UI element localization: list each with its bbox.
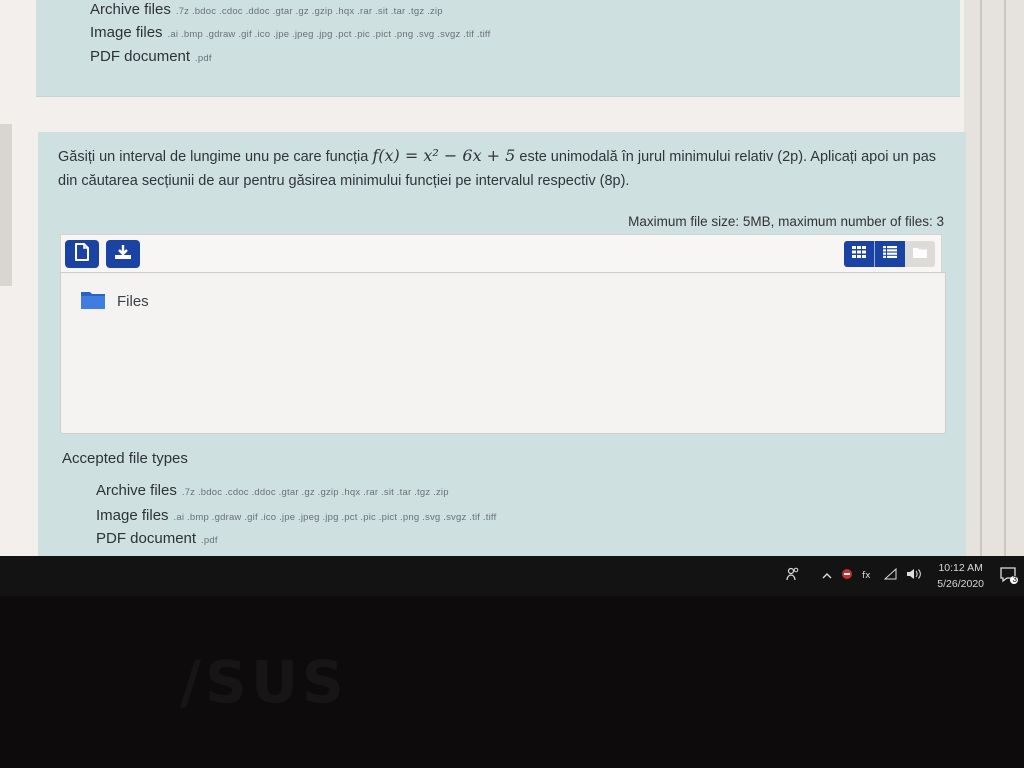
antivirus-icon[interactable] xyxy=(840,567,854,585)
filemanager-content[interactable]: Files xyxy=(60,272,946,434)
file-type-extensions: .pdf xyxy=(195,53,212,64)
laptop-brand-logo: /SUS xyxy=(180,648,348,716)
clock-time: 10:12 AM xyxy=(938,562,983,574)
file-type-label: PDF document xyxy=(90,48,191,65)
laptop-bezel: /SUS xyxy=(0,596,1024,768)
question-text: Găsiți un interval de lungime unu pe car… xyxy=(58,144,948,193)
taskbar: fx 10:12 AM 5/26/2020 3 xyxy=(0,556,1024,596)
folder-view-button[interactable] xyxy=(905,241,935,267)
folder-label: Files xyxy=(117,293,149,310)
file-type-row: Image files .ai .bmp .gdraw .gif .ico .jp… xyxy=(96,507,496,524)
file-type-row: Archive files .7z .bdoc .cdoc .ddoc .gtar… xyxy=(96,482,449,499)
folder-files[interactable]: Files xyxy=(81,289,149,314)
laptop-screen: Archive files .7z .bdoc .cdoc .ddoc .gtar… xyxy=(0,0,1024,585)
list-view-icon xyxy=(883,245,897,263)
filemanager-toolbar xyxy=(60,234,942,273)
accepted-file-types-title: Accepted file types xyxy=(62,450,188,467)
add-file-button[interactable] xyxy=(65,240,99,268)
sidebar-edge xyxy=(0,124,12,286)
previous-question-card: Archive files .7z .bdoc .cdoc .ddoc .gtar… xyxy=(36,0,960,97)
max-file-size-info: Maximum file size: 5MB, maximum number o… xyxy=(628,214,944,229)
file-type-extensions: .ai .bmp .gdraw .gif .ico .jpe .jpeg .jp… xyxy=(173,512,497,523)
file-type-label: Archive files xyxy=(96,482,177,499)
file-type-row: Archive files .7z .bdoc .cdoc .ddoc .gtar… xyxy=(90,1,443,18)
list-view-button[interactable] xyxy=(875,241,905,267)
file-type-row: PDF document .pdf xyxy=(96,530,218,547)
file-type-label: Image files xyxy=(96,507,169,524)
clock-date: 5/26/2020 xyxy=(937,578,984,590)
file-add-icon xyxy=(74,242,90,266)
system-tray: fx xyxy=(786,556,922,596)
download-icon xyxy=(114,244,132,265)
page-right-margin xyxy=(964,0,1024,585)
chevron-up-icon[interactable] xyxy=(822,567,832,585)
file-type-row: Image files .ai .bmp .gdraw .gif .ico .jp… xyxy=(90,24,490,41)
notification-count: 3 xyxy=(1012,575,1017,584)
question-card: Găsiți un interval de lungime unu pe car… xyxy=(38,132,966,577)
file-type-extensions: .ai .bmp .gdraw .gif .ico .jpe .jpeg .jp… xyxy=(167,29,491,40)
file-type-extensions: .7z .bdoc .cdoc .ddoc .gtar .gz .gzip .h… xyxy=(175,6,443,17)
clock[interactable]: 10:12 AM 5/26/2020 xyxy=(937,560,984,592)
people-icon[interactable] xyxy=(786,567,800,586)
file-type-label: Image files xyxy=(90,24,163,41)
grid-view-button[interactable] xyxy=(844,241,874,267)
file-type-row: PDF document .pdf xyxy=(90,48,212,65)
view-switcher xyxy=(844,241,935,267)
file-type-label: Archive files xyxy=(90,1,171,18)
folder-icon xyxy=(81,289,105,314)
file-type-extensions: .pdf xyxy=(201,535,218,546)
question-text-before: Găsiți un interval de lungime unu pe car… xyxy=(58,149,369,165)
question-formula: f(x) = x² − 6x + 5 xyxy=(372,146,516,165)
file-type-extensions: .7z .bdoc .cdoc .ddoc .gtar .gz .gzip .h… xyxy=(181,487,449,498)
folder-view-icon xyxy=(913,245,927,263)
language-icon[interactable]: fx xyxy=(862,567,876,585)
download-all-button[interactable] xyxy=(106,240,140,268)
wifi-icon[interactable] xyxy=(883,567,898,585)
volume-icon[interactable] xyxy=(906,567,922,585)
file-type-label: PDF document xyxy=(96,530,197,547)
svg-text:fx: fx xyxy=(862,571,871,580)
grid-view-icon xyxy=(852,245,866,263)
notification-center-button[interactable]: 3 xyxy=(1000,566,1018,589)
